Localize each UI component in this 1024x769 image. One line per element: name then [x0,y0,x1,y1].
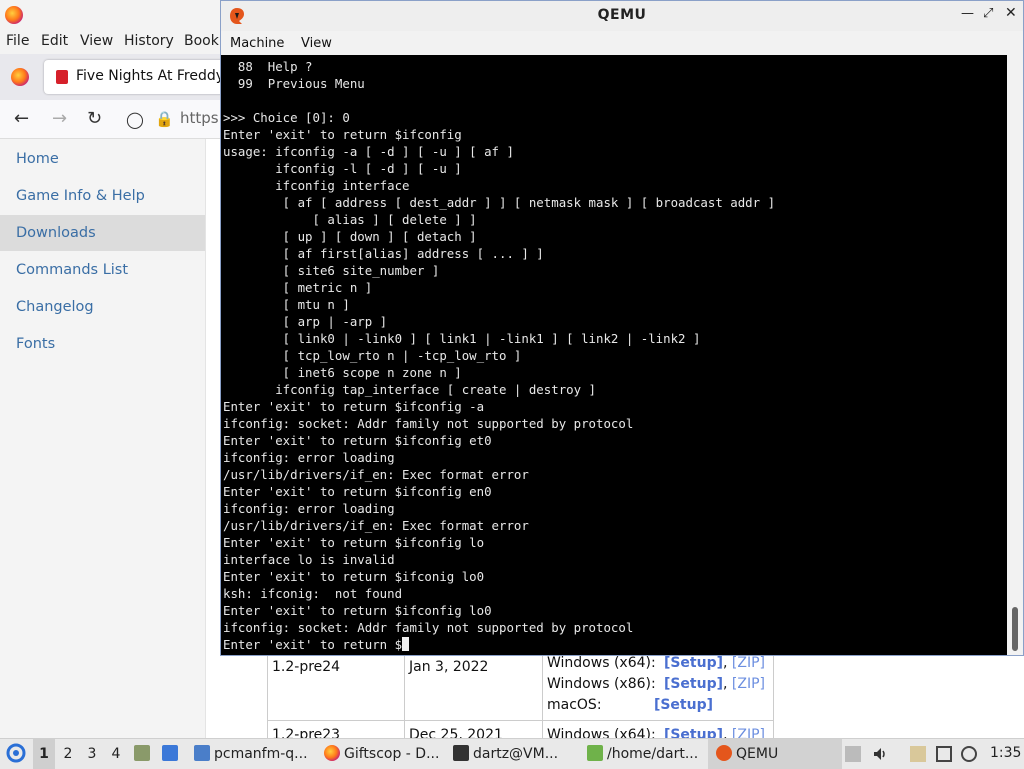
minimize-icon[interactable]: — [961,6,974,21]
menu-history[interactable]: History [124,33,174,49]
clipboard-icon[interactable] [910,746,926,762]
qemu-titlebar[interactable]: QEMU — ⤢ ✕ [221,1,1023,31]
forward-arrow-icon[interactable]: → [52,108,67,129]
terminal-icon [453,745,469,761]
menu-machine[interactable]: Machine [230,36,284,51]
table-row: 1.2-pre24 Jan 3, 2022 Windows (x64): [Se… [267,652,774,721]
sidebar-item-home[interactable]: Home [0,141,205,177]
file-icon [587,745,603,761]
maximize-icon[interactable]: ⤢ [983,6,993,21]
sidebar-item-commands[interactable]: Commands List [0,252,205,288]
browser-tab[interactable]: Five Nights At Freddy' [44,60,234,94]
firefox-view-icon[interactable] [11,68,29,86]
firefox-icon [5,6,23,24]
text-cursor [402,637,410,651]
scrollbar-thumb[interactable] [1012,607,1018,651]
platform-line: Windows (x64): [Setup], [ZIP] [547,655,765,671]
task-pcmanfm[interactable]: pcmanfm-q... [194,745,308,762]
sidebar-item-changelog[interactable]: Changelog [0,289,205,325]
firefox-icon [324,745,340,761]
guest-display[interactable]: 88 Help ? 99 Previous Menu >>> Choice [0… [221,55,1007,655]
menu-file[interactable]: File [6,33,29,49]
version-cell: 1.2-pre24 [272,659,341,675]
desktop-launcher-icon[interactable] [162,745,182,762]
zip-link[interactable]: [ZIP] [732,676,765,692]
task-firefox[interactable]: Giftscop - D... [324,745,439,762]
taskbar: 1 2 3 4 pcmanfm-q... Giftscop - D... dar… [0,738,1024,769]
workspace-4[interactable]: 4 [105,739,127,769]
workspace-3[interactable]: 3 [81,739,103,769]
platform-line: macOS: [Setup] [547,697,713,713]
downloads-table: 1.2-pre24 Jan 3, 2022 Windows (x64): [Se… [267,652,774,752]
volume-icon[interactable] [872,746,888,762]
workspace-1[interactable]: 1 [33,739,55,769]
menu-view[interactable]: View [80,33,113,49]
workspace-2[interactable]: 2 [57,739,79,769]
start-menu-icon[interactable] [6,743,26,767]
menu-edit[interactable]: Edit [41,33,68,49]
shield-icon[interactable]: ◯ [126,110,144,129]
menu-view[interactable]: View [301,36,332,51]
qemu-icon [716,745,732,761]
reload-icon[interactable]: ↻ [87,108,102,129]
zip-link[interactable]: [ZIP] [732,655,765,671]
setup-link[interactable]: [Setup] [664,655,723,671]
task-home-folder[interactable]: /home/dart... [587,745,698,762]
setup-link[interactable]: [Setup] [664,676,723,692]
sidebar-item-game-info[interactable]: Game Info & Help [0,178,205,214]
back-arrow-icon[interactable]: ← [14,108,29,129]
clock[interactable]: 1:35 [990,745,1021,761]
url-bar[interactable]: https: [180,109,224,127]
tab-title: Five Nights At Freddy' [76,68,228,84]
task-terminal[interactable]: dartz@VM... [453,745,558,762]
network-icon[interactable] [936,746,952,762]
task-qemu[interactable]: QEMU [708,739,842,769]
vertical-scrollbar[interactable] [1007,55,1023,655]
qemu-window: QEMU — ⤢ ✕ Machine View 88 Help ? 99 Pre… [220,0,1024,656]
sidebar-item-fonts[interactable]: Fonts [0,326,205,362]
qemu-menubar: Machine View [221,31,1023,55]
site-sidebar: Home Game Info & Help Downloads Commands… [0,139,206,738]
platform-line: Windows (x86): [Setup], [ZIP] [547,676,765,692]
file-manager-launcher-icon[interactable] [134,745,154,762]
trash-icon[interactable] [845,746,861,762]
sidebar-item-downloads[interactable]: Downloads [0,215,205,251]
update-icon[interactable] [961,746,977,762]
tab-favicon-icon [56,70,68,84]
window-title: QEMU [597,7,647,23]
date-cell: Jan 3, 2022 [409,659,489,675]
folder-icon [194,745,210,761]
close-icon[interactable]: ✕ [1005,5,1017,21]
lock-icon[interactable]: 🔒 [155,110,174,128]
setup-link[interactable]: [Setup] [654,697,713,713]
terminal-output: 88 Help ? 99 Previous Menu >>> Choice [0… [223,59,776,652]
